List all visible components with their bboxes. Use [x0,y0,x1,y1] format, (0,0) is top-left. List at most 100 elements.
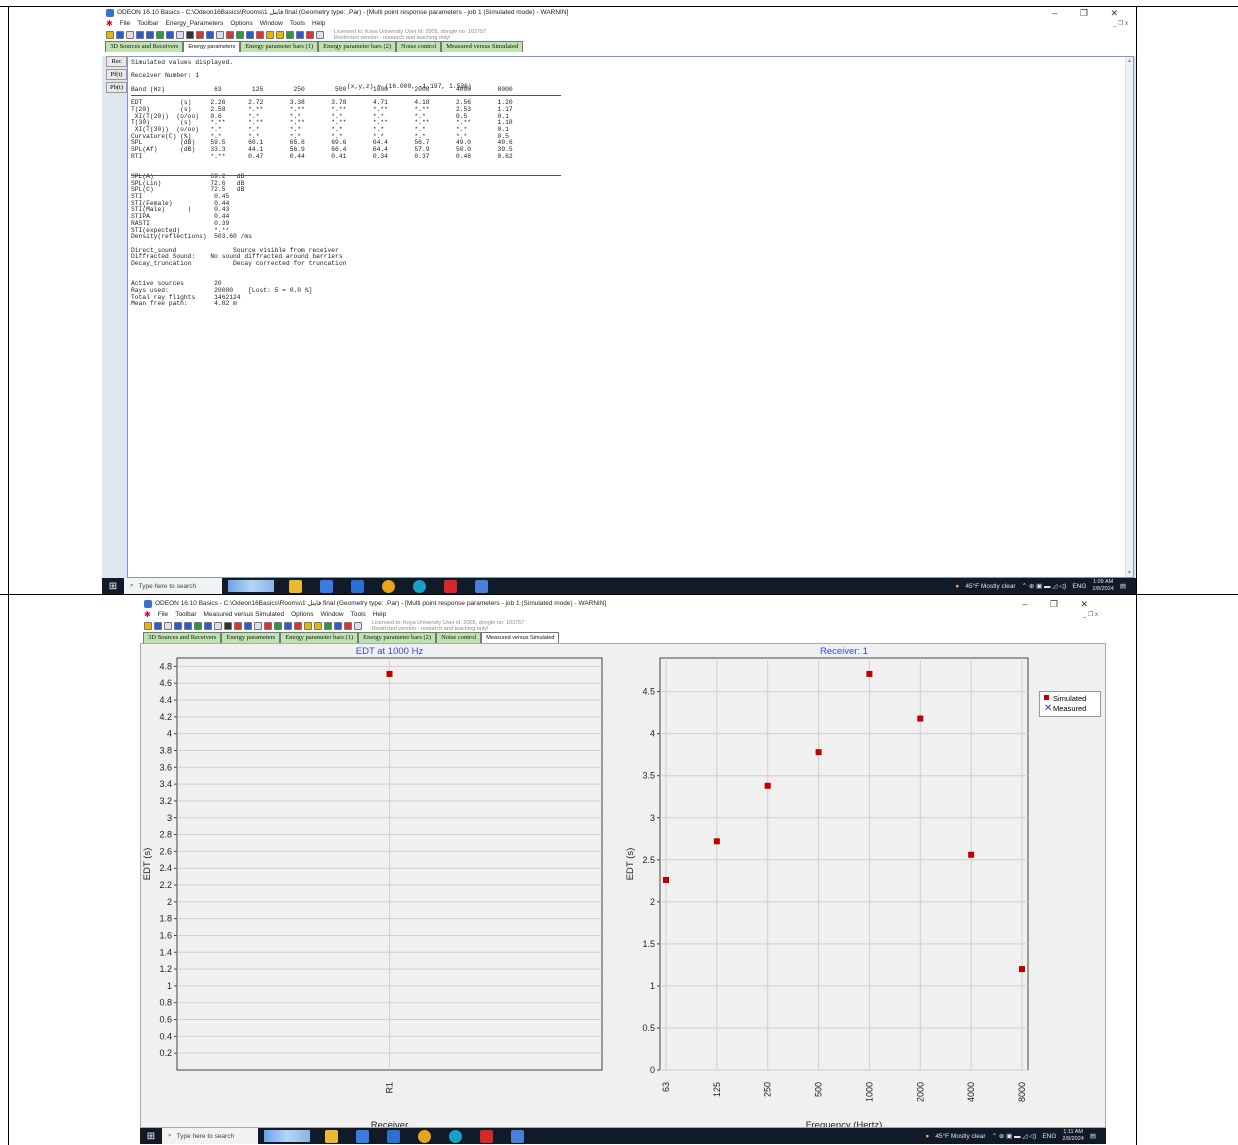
play-icon-2[interactable] [334,622,342,630]
mdi-controls-2[interactable]: _ ❐ x [1083,610,1098,620]
menu-options[interactable]: Options [230,19,252,29]
stop-icon-2[interactable] [344,622,352,630]
edge-icon-2[interactable] [449,1129,462,1143]
tab-noise-control-2[interactable]: Noise control [436,632,482,643]
file-explorer-icon[interactable] [289,579,302,593]
menu-tools[interactable]: Tools [290,19,305,29]
surfaces-icon-2[interactable] [274,622,282,630]
open-icon-2[interactable] [144,622,152,630]
menu-toolbar-2[interactable]: Toolbar [175,610,196,620]
menu-help[interactable]: Help [312,19,325,29]
mdi-child-icon[interactable]: ✱ [106,19,113,29]
edge-icon[interactable] [413,579,426,593]
pf-button[interactable]: Pf(t) [106,69,127,80]
chrome-icon-2[interactable] [418,1129,431,1143]
chart-icon-2[interactable] [194,622,202,630]
menu-help-2[interactable]: Help [373,610,386,620]
taskbar-search-2[interactable]: ⌕ Type here to search [162,1128,258,1144]
vertical-scrollbar[interactable]: ▲ ▼ [1125,57,1133,577]
wand-icon[interactable] [266,31,274,39]
tab-3d-sources-receivers[interactable]: 3D Sources and Receivers [105,41,184,52]
speaker-icon[interactable] [216,31,224,39]
tab-energy-parameters-2[interactable]: Energy parameters [221,632,281,643]
menu-tools-2[interactable]: Tools [351,610,366,620]
chart-icon[interactable] [156,31,164,39]
odeon-taskbar-icon[interactable] [475,579,488,593]
speaker-icon-2[interactable] [254,622,262,630]
menu-window-2[interactable]: Window [321,610,344,620]
acrobat-icon[interactable] [444,579,457,593]
receiver-button[interactable]: Rec [106,56,127,67]
weather-icon[interactable]: ● [955,583,959,590]
tray-icons-2[interactable]: ⌃ ⊕ ▣ ▬ ◿ ◁) [992,1132,1037,1140]
print-icon-2[interactable] [164,622,172,630]
tab-energy-parameter-bars-1[interactable]: Energy parameter bars (1) [240,41,319,52]
job-icon-2[interactable] [284,622,292,630]
play-icon[interactable] [296,31,304,39]
language-indicator-2[interactable]: ENG [1042,1133,1056,1140]
info-icon[interactable] [186,31,194,39]
star-icon-2[interactable] [314,622,322,630]
menu-toolbar[interactable]: Toolbar [137,19,158,29]
open-icon[interactable] [106,31,114,39]
windows-start-icon[interactable]: ⊞ [102,581,124,592]
auralisation-icon-2[interactable] [324,622,332,630]
chrome-icon[interactable] [382,579,395,593]
save-icon-2[interactable] [154,622,162,630]
taskbar-search[interactable]: ⌕ Type here to search [124,578,222,594]
pb-button[interactable]: Pb(t) [106,82,127,93]
mdi-child-icon-2[interactable]: ✱ [144,610,151,620]
receiver-icon[interactable] [206,31,214,39]
menu-file[interactable]: File [120,19,130,29]
tray-icons[interactable]: ⌃ ⊕ ▣ ▬ ◿ ◁) [1022,582,1067,590]
table-icon-2[interactable] [214,622,222,630]
settings-icon-2[interactable] [354,622,362,630]
tab-noise-control[interactable]: Noise control [396,41,442,52]
scroll-up-icon[interactable]: ▲ [1126,57,1133,65]
tab-energy-parameter-bars-1-2[interactable]: Energy parameter bars (1) [280,632,359,643]
menu-energy-parameters[interactable]: Energy_Parameters [166,19,224,29]
grid-icon-2[interactable] [174,622,182,630]
materials-icon[interactable] [226,31,234,39]
auralisation-icon[interactable] [286,31,294,39]
info-icon-2[interactable] [224,622,232,630]
menu-measured-vs-simulated[interactable]: Measured versus Simulated [204,610,285,620]
print-icon[interactable] [126,31,134,39]
store-icon-2[interactable] [356,1129,369,1143]
mail-icon[interactable] [351,579,364,593]
tab-energy-parameters[interactable]: Energy parameters [183,41,241,52]
wand-icon-2[interactable] [304,622,312,630]
tab-energy-parameter-bars-2-2[interactable]: Energy parameter bars (2) [358,632,437,643]
clock[interactable]: 1:09 AM 2/8/2024 [1092,579,1113,593]
file-explorer-icon-2[interactable] [325,1129,338,1143]
receiver-icon-2[interactable] [244,622,252,630]
source-icon-2[interactable] [234,622,242,630]
weather-text-2[interactable]: 45°F Mostly clear [935,1133,985,1140]
rooms-icon[interactable] [146,31,154,39]
menu-file-2[interactable]: File [158,610,168,620]
window-controls-2[interactable]: – ❐ ✕ [1022,598,1098,610]
materials-icon-2[interactable] [264,622,272,630]
settings-icon[interactable] [316,31,324,39]
menu-window[interactable]: Window [260,19,283,29]
tab-measured-vs-simulated[interactable]: Measured versus Simulated [441,41,524,52]
grid-response-icon-2[interactable] [294,622,302,630]
store-icon[interactable] [320,579,333,593]
notification-icon-2[interactable]: ▤ [1090,1132,1096,1140]
bars-icon[interactable] [166,31,174,39]
odeon-taskbar-icon-2[interactable] [511,1129,524,1143]
bars-icon-2[interactable] [204,622,212,630]
rooms-icon-2[interactable] [184,622,192,630]
mail-icon-2[interactable] [387,1129,400,1143]
source-icon[interactable] [196,31,204,39]
weather-icon-2[interactable]: ● [925,1133,929,1140]
acrobat-icon-2[interactable] [480,1129,493,1143]
tab-measured-vs-simulated-2[interactable]: Measured versus Simulated [481,632,560,643]
weather-text[interactable]: 45°F Mostly clear [965,583,1015,590]
grid-icon[interactable] [136,31,144,39]
surfaces-icon[interactable] [236,31,244,39]
tab-energy-parameter-bars-2[interactable]: Energy parameter bars (2) [318,41,397,52]
menu-options-2[interactable]: Options [291,610,313,620]
language-indicator[interactable]: ENG [1072,583,1086,590]
window-controls[interactable]: – ❐ ✕ [1052,7,1128,19]
